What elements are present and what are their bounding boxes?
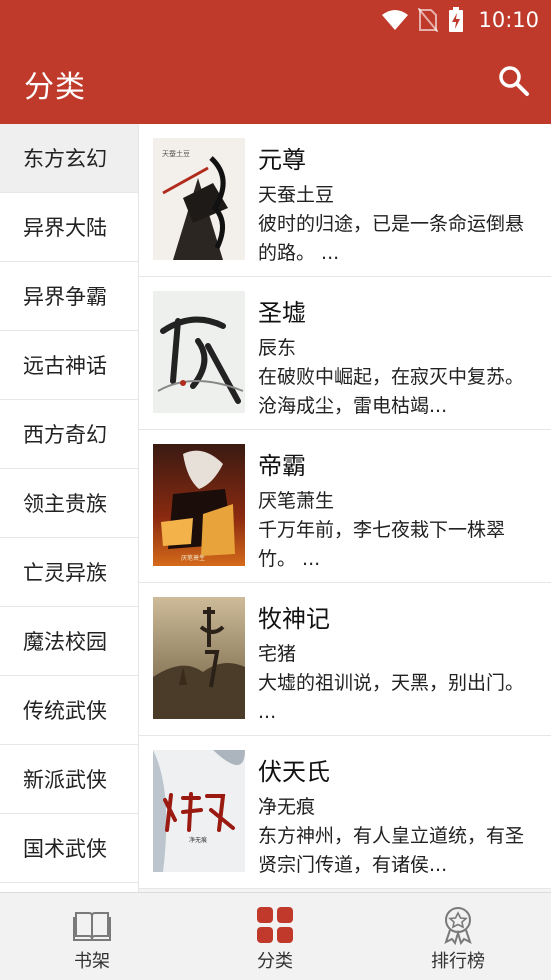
category-label: 魔法校园: [23, 630, 107, 654]
book-item[interactable]: 净无痕 伏天氏 净无痕 东方神州，有人皇立道统，有圣贤宗门传道，有诸侯...: [139, 736, 551, 889]
nav-category[interactable]: 分类: [215, 893, 335, 980]
book-author: 宅猪: [258, 643, 297, 665]
search-icon: [499, 66, 529, 96]
book-title: 元尊: [258, 146, 306, 174]
category-item-7[interactable]: 魔法校园: [0, 607, 138, 676]
page-title: 分类: [24, 70, 86, 105]
book-cover: 净无痕: [153, 750, 245, 872]
book-icon: [73, 912, 111, 941]
category-item-3[interactable]: 远古神话: [0, 331, 138, 400]
book-description: 彼时的归途，已是一条命运倒悬的路。 ...: [258, 213, 525, 264]
book-title: 伏天氏: [258, 758, 330, 786]
category-item-10[interactable]: 国术武侠: [0, 814, 138, 883]
bottom-nav: 书架 分类 排行榜: [0, 892, 551, 980]
book-cover: [153, 291, 245, 413]
nav-ranking[interactable]: 排行榜: [398, 893, 518, 980]
category-item-2[interactable]: 异界争霸: [0, 262, 138, 331]
category-label: 远古神话: [23, 354, 107, 378]
book-description: 东方神州，有人皇立道统，有圣贤宗门传道，有诸侯...: [258, 825, 525, 876]
book-cover: 天蚕土豆: [153, 138, 245, 260]
grid-icon: [257, 907, 293, 943]
book-description: 在破败中崛起，在寂灭中复苏。沧海成尘，雷电枯竭...: [258, 366, 525, 417]
category-item-5[interactable]: 领主贵族: [0, 469, 138, 538]
category-label: 领主贵族: [23, 492, 107, 516]
app-bar: 分类: [0, 40, 551, 124]
category-label: 西方奇幻: [23, 423, 107, 447]
book-item[interactable]: 厌笔萧生 帝霸 厌笔萧生 千万年前，李七夜栽下一株翠竹。 ...: [139, 430, 551, 583]
category-item-9[interactable]: 新派武侠: [0, 745, 138, 814]
search-button[interactable]: [497, 64, 531, 98]
no-sim-icon: [418, 8, 439, 32]
nav-label: 书架: [74, 951, 110, 972]
svg-text:天蚕土豆: 天蚕土豆: [162, 149, 190, 158]
category-item-0[interactable]: 东方玄幻: [0, 124, 138, 193]
book-item[interactable]: 圣墟 辰东 在破败中崛起，在寂灭中复苏。沧海成尘，雷电枯竭...: [139, 277, 551, 430]
category-label: 新派武侠: [23, 768, 107, 792]
wifi-icon: [382, 10, 409, 30]
category-label: 东方玄幻: [23, 147, 107, 171]
book-cover: [153, 597, 245, 719]
category-sidebar: 东方玄幻 异界大陆 异界争霸 远古神话 西方奇幻 领主贵族 亡灵异族 魔法校园 …: [0, 124, 139, 892]
category-label: 异界争霸: [23, 285, 107, 309]
category-label: 传统武侠: [23, 699, 107, 723]
book-author: 净无痕: [258, 796, 316, 818]
book-title: 帝霸: [258, 452, 306, 480]
category-item-1[interactable]: 异界大陆: [0, 193, 138, 262]
category-item-8[interactable]: 传统武侠: [0, 676, 138, 745]
book-author: 厌笔萧生: [258, 490, 335, 512]
svg-text:厌笔萧生: 厌笔萧生: [181, 554, 205, 562]
category-item-4[interactable]: 西方奇幻: [0, 400, 138, 469]
status-bar: 10:10: [0, 0, 551, 40]
book-description: 大墟的祖训说，天黑，别出门。 ...: [258, 672, 525, 723]
category-label: 国术武侠: [23, 837, 107, 861]
category-label: 亡灵异族: [23, 561, 107, 585]
award-icon: [444, 907, 472, 945]
nav-label: 分类: [257, 951, 293, 972]
book-description: 千万年前，李七夜栽下一株翠竹。 ...: [258, 519, 506, 570]
book-title: 牧神记: [258, 605, 330, 633]
nav-label: 排行榜: [431, 951, 485, 972]
book-item[interactable]: 牧神记 宅猪 大墟的祖训说，天黑，别出门。 ...: [139, 583, 551, 736]
book-author: 天蚕土豆: [258, 184, 335, 206]
category-label: 异界大陆: [23, 216, 107, 240]
book-title: 圣墟: [258, 299, 306, 327]
svg-text:净无痕: 净无痕: [189, 836, 207, 844]
book-list: 天蚕土豆 元尊 天蚕土豆 彼时的归途，已是一条命运倒悬的路。 ... 圣墟 辰东…: [139, 124, 551, 892]
book-cover: 厌笔萧生: [153, 444, 245, 566]
book-author: 辰东: [258, 337, 297, 359]
book-item[interactable]: 天蚕土豆 元尊 天蚕土豆 彼时的归途，已是一条命运倒悬的路。 ...: [139, 124, 551, 277]
status-time: 10:10: [478, 8, 539, 32]
category-item-6[interactable]: 亡灵异族: [0, 538, 138, 607]
battery-charging-icon: [449, 7, 464, 32]
nav-bookshelf[interactable]: 书架: [32, 893, 152, 980]
